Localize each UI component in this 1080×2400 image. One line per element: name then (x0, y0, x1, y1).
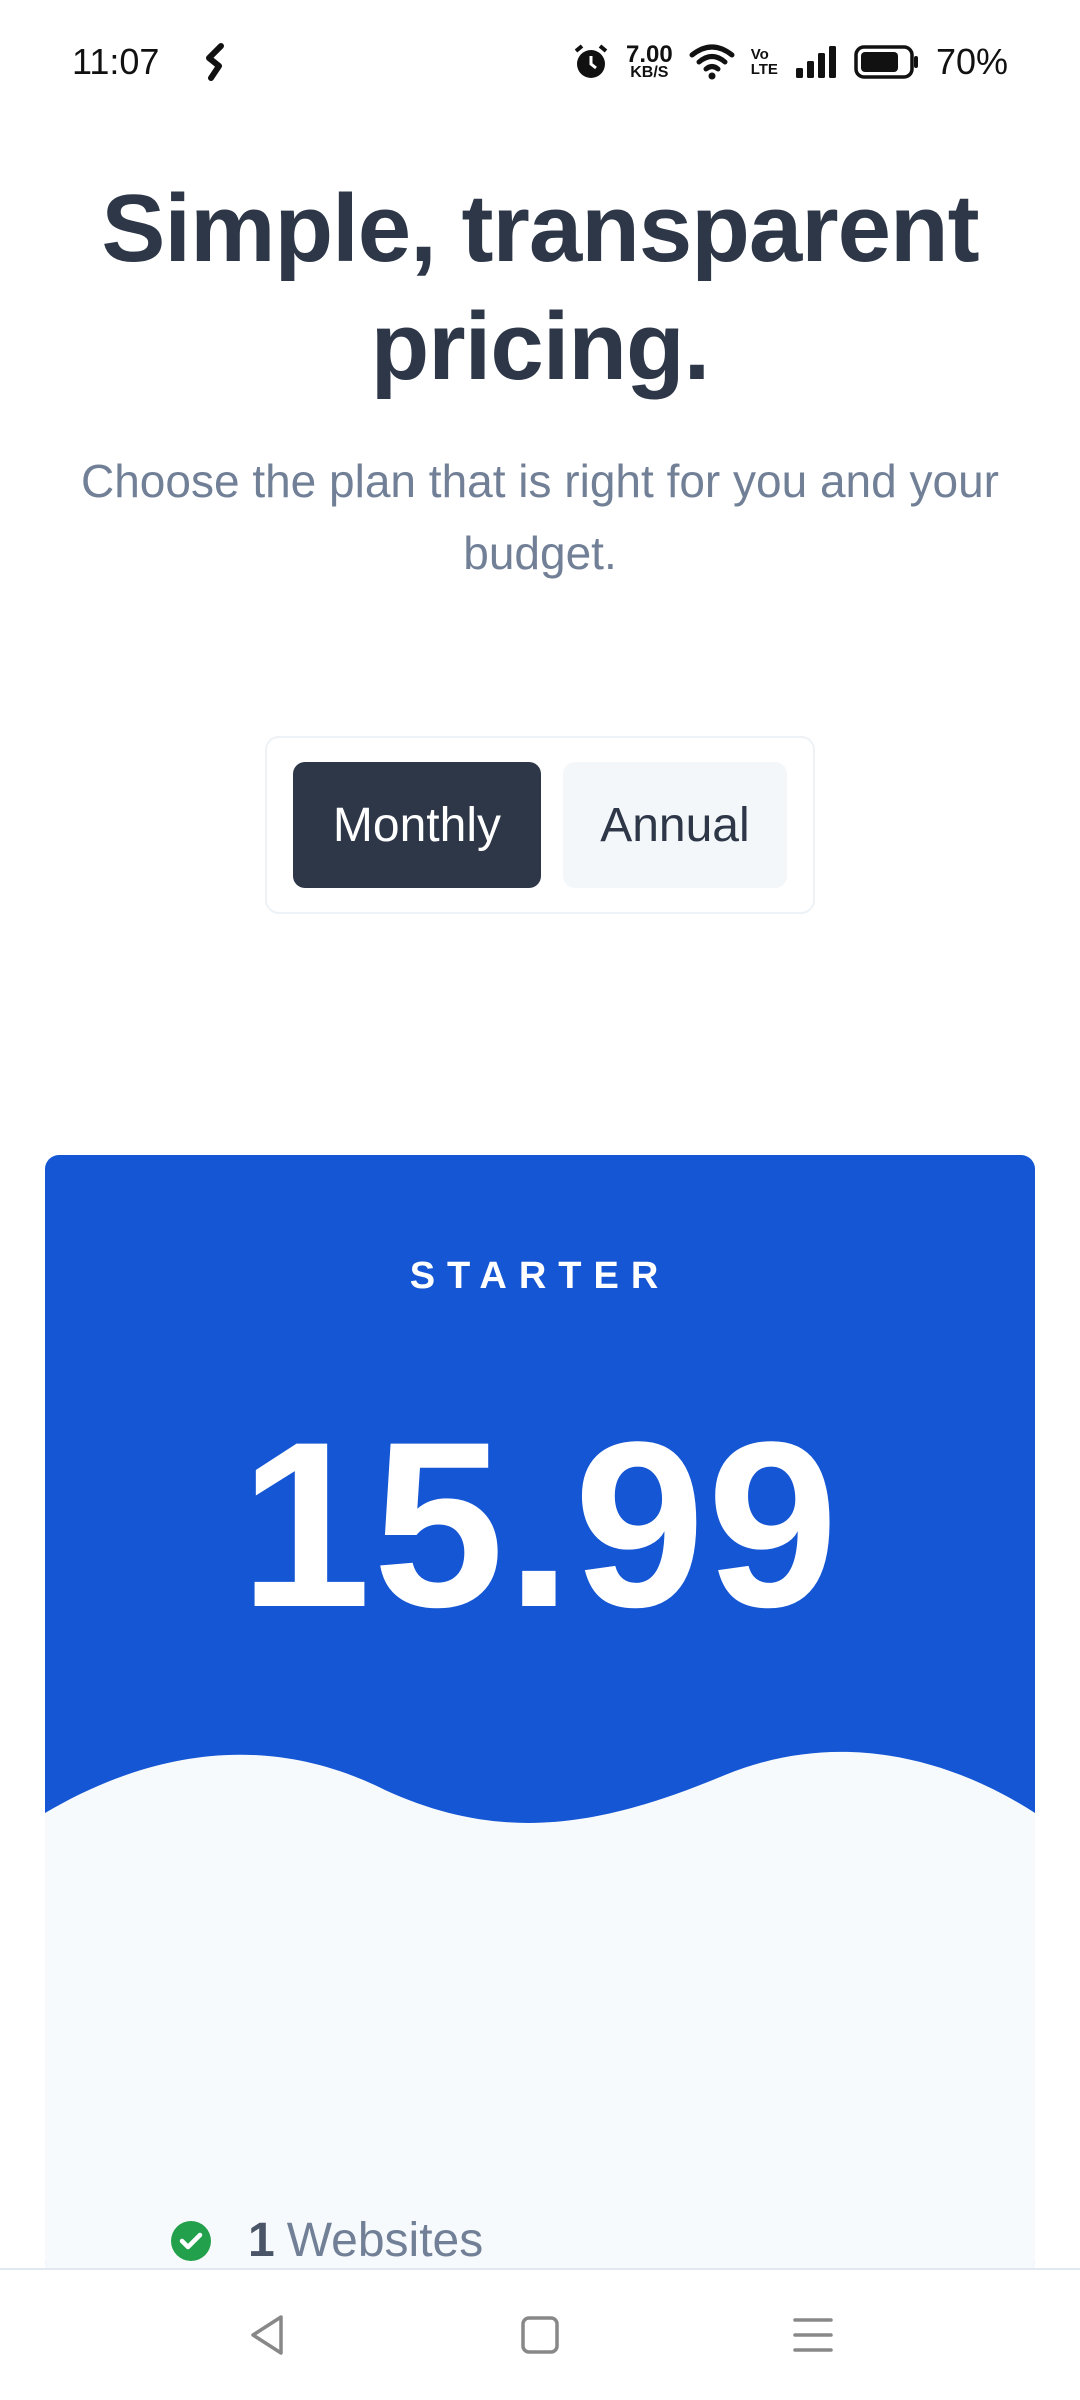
billing-period-toggle: Monthly Annual (265, 736, 815, 914)
speed-value: 7.00 (626, 41, 673, 68)
wave-decoration (45, 1751, 1035, 2275)
feature-label: Websites (286, 2214, 484, 2267)
wifi-icon (689, 43, 735, 81)
status-left: 11:07 (72, 41, 227, 83)
volte-indicator: Vo LTE (751, 47, 778, 77)
notification-app-icon (203, 42, 227, 82)
pricing-card-starter: STARTER 15.99 1 Websites (45, 1155, 1035, 2275)
feature-text: 1 Websites (248, 2213, 483, 2268)
feature-number: 1 (248, 2214, 275, 2267)
battery-percent: 70% (935, 41, 1008, 82)
annual-button[interactable]: Annual (562, 762, 787, 888)
menu-icon[interactable] (773, 2295, 853, 2375)
volte-bottom: LTE (750, 61, 778, 78)
page-title: Simple, transparent pricing. (101, 175, 979, 400)
volte-top: Vo (750, 46, 769, 63)
alarm-icon (572, 43, 610, 81)
status-time: 11:07 (72, 41, 160, 82)
plan-name: STARTER (409, 1255, 671, 1297)
page-subtitle: Choose the plan that is right for you an… (80, 455, 999, 579)
battery-icon (854, 45, 920, 79)
back-icon[interactable] (227, 2295, 307, 2375)
signal-icon (794, 44, 838, 80)
home-icon[interactable] (500, 2295, 580, 2375)
speed-unit: KB/S (630, 63, 669, 81)
system-navigation-bar (0, 2268, 1080, 2400)
feature-item: 1 Websites (170, 2213, 483, 2268)
plan-price: 15.99 (239, 1393, 841, 1657)
check-circle-icon (170, 2220, 212, 2262)
status-right: 7.00 KB/S Vo LTE 70% (572, 41, 1008, 83)
network-speed: 7.00 KB/S (626, 41, 673, 81)
status-bar: 11:07 7.00 KB/S Vo LTE 70% (0, 0, 1080, 124)
monthly-button[interactable]: Monthly (293, 762, 541, 888)
